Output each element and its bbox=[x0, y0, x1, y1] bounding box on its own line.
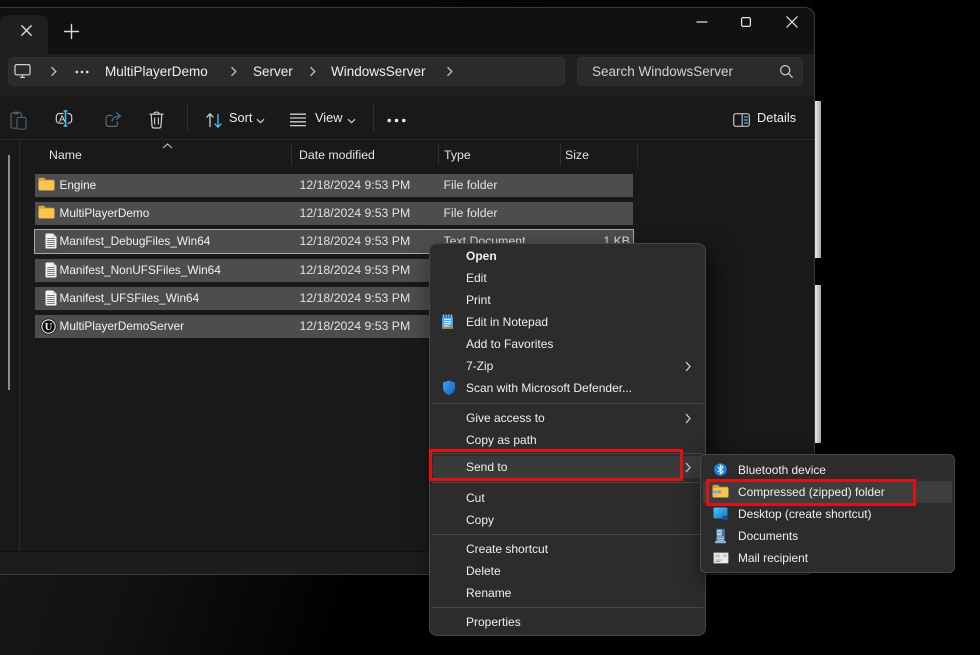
svg-text:U: U bbox=[45, 322, 53, 333]
